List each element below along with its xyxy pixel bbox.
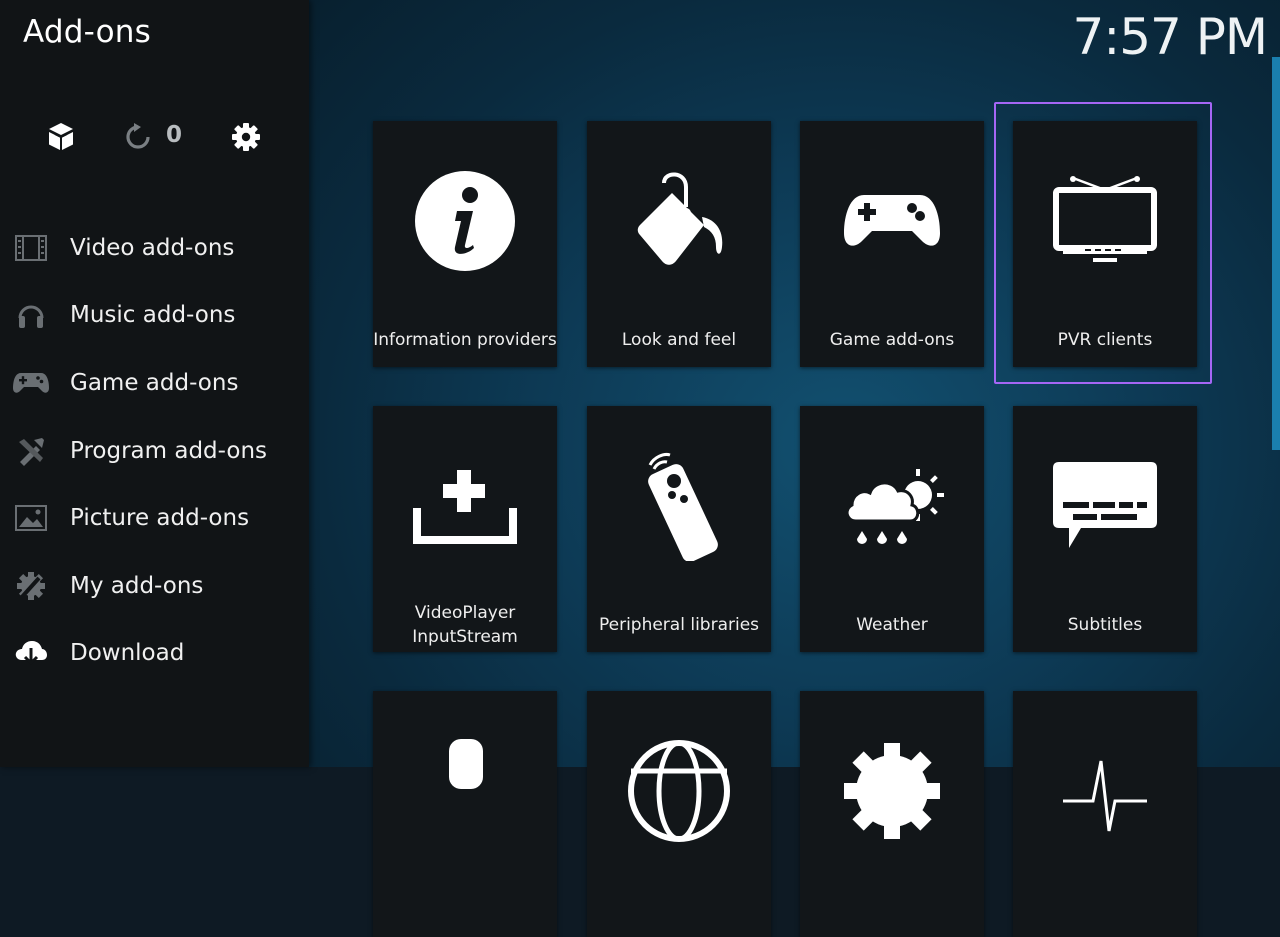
addon-box-icon[interactable] xyxy=(43,118,79,156)
tile-label: Look and feel xyxy=(621,330,737,350)
tile-label: Weather xyxy=(856,615,928,635)
tile-peripheral-libraries[interactable]: Peripheral libraries xyxy=(587,406,771,652)
microphone-icon xyxy=(373,731,557,851)
sidebar-item-program-addons[interactable]: Program add-ons xyxy=(0,417,309,485)
sidebar-menu: Video add-ons Music add-ons Game add-ons… xyxy=(0,214,309,687)
tile-subtitles[interactable]: Subtitles xyxy=(1013,406,1197,652)
tile-weather[interactable]: Weather xyxy=(800,406,984,652)
paint-bucket-icon xyxy=(587,161,771,281)
tile-label: Peripheral libraries xyxy=(598,615,760,635)
tile-information-providers[interactable]: Information providers xyxy=(373,121,557,367)
sidebar-item-music-addons[interactable]: Music add-ons xyxy=(0,282,309,350)
sidebar-item-label: Download xyxy=(70,640,185,667)
tile-partial-3[interactable] xyxy=(800,691,984,937)
sidebar-item-video-addons[interactable]: Video add-ons xyxy=(0,214,309,282)
headphones-icon xyxy=(12,298,50,332)
tile-videoplayer-inputstream[interactable]: VideoPlayer InputStream xyxy=(373,406,557,652)
sidebar-item-label: My add-ons xyxy=(70,572,204,599)
tile-partial-1[interactable] xyxy=(373,691,557,937)
sidebar-item-download[interactable]: Download xyxy=(0,620,309,688)
tile-partial-4[interactable] xyxy=(1013,691,1197,937)
tile-label: Game add-ons xyxy=(829,330,955,350)
sidebar-item-label: Picture add-ons xyxy=(70,505,250,532)
sidebar-item-label: Game add-ons xyxy=(70,369,239,396)
settings-gear-icon[interactable] xyxy=(228,118,264,156)
picture-icon xyxy=(12,501,50,535)
sidebar-item-game-addons[interactable]: Game add-ons xyxy=(0,349,309,417)
subtitles-icon xyxy=(1013,446,1197,566)
tile-label: Information providers xyxy=(373,330,557,350)
focus-highlight xyxy=(994,102,1212,384)
sidebar-item-label: Video add-ons xyxy=(70,234,235,261)
waveform-icon xyxy=(1013,731,1197,851)
wrench-gear-icon xyxy=(12,569,50,603)
update-counter: 0 xyxy=(166,122,183,148)
sidebar-item-label: Program add-ons xyxy=(70,437,268,464)
gear-icon xyxy=(800,731,984,851)
inputstream-icon xyxy=(373,446,557,566)
sidebar-item-my-addons[interactable]: My add-ons xyxy=(0,552,309,620)
scrollbar[interactable] xyxy=(1272,57,1280,450)
film-icon xyxy=(12,231,50,265)
tools-icon xyxy=(12,434,50,468)
info-icon xyxy=(373,161,557,281)
page-title: Add-ons xyxy=(23,14,151,50)
weather-icon xyxy=(800,446,984,566)
remote-control-icon xyxy=(587,446,771,566)
gamepad-icon xyxy=(12,366,50,400)
sidebar-item-picture-addons[interactable]: Picture add-ons xyxy=(0,484,309,552)
sidebar-item-label: Music add-ons xyxy=(70,302,236,329)
tile-label: VideoPlayer InputStream xyxy=(412,603,518,647)
gamepad-icon xyxy=(800,161,984,281)
clock: 7:57 PM xyxy=(1072,8,1268,66)
tile-game-addons[interactable]: Game add-ons xyxy=(800,121,984,367)
sidebar-toolbar: 0 xyxy=(0,118,309,158)
update-refresh-icon[interactable] xyxy=(120,118,156,156)
tile-partial-2[interactable] xyxy=(587,691,771,937)
tile-label: Subtitles xyxy=(1067,615,1143,635)
sidebar: Add-ons 0 Video add-ons Music add-ons Ga… xyxy=(0,0,309,767)
cloud-download-icon xyxy=(12,636,50,670)
globe-icon xyxy=(587,731,771,851)
tile-look-and-feel[interactable]: Look and feel xyxy=(587,121,771,367)
